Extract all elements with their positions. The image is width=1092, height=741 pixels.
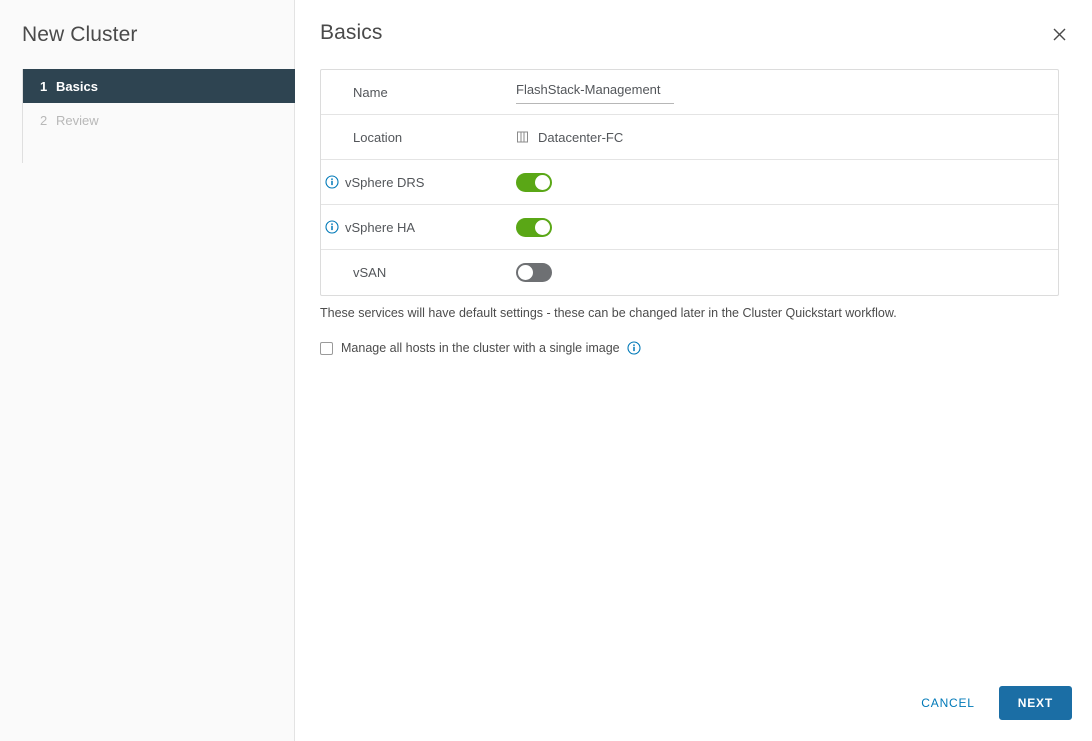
wizard-steps: 1 Basics 2 Review [0, 69, 295, 163]
wizard-footer: CANCEL NEXT [907, 686, 1072, 720]
sidebar-item-basics[interactable]: 1 Basics [22, 69, 295, 103]
content-header: Basics [295, 0, 1092, 47]
basics-form: Name Location [295, 69, 1092, 355]
info-icon[interactable] [325, 175, 339, 189]
settings-table: Name Location [320, 69, 1059, 296]
location-label: Location [353, 129, 403, 145]
table-row-vsphere-ha: vSphere HA [321, 205, 1058, 250]
toggle-knob [535, 174, 550, 190]
steps-rail [22, 69, 23, 163]
wizard-title: New Cluster [22, 23, 138, 46]
name-label: Name [353, 84, 388, 100]
row-label: Location [321, 130, 516, 145]
cancel-button[interactable]: CANCEL [907, 688, 988, 718]
step-label: Basics [56, 78, 98, 94]
table-row-vsan: vSAN [321, 250, 1058, 295]
row-label: vSphere HA [321, 220, 516, 235]
info-icon[interactable] [325, 220, 339, 234]
table-row-location: Location Datacenter-FC [321, 115, 1058, 160]
row-value [516, 80, 1058, 104]
close-icon [1052, 27, 1067, 42]
helper-text: These services will have default setting… [320, 306, 897, 320]
row-value: Datacenter-FC [516, 130, 1058, 145]
vsphere-ha-toggle[interactable] [516, 217, 552, 237]
table-row-name: Name [321, 70, 1058, 115]
vsan-label: vSAN [353, 265, 387, 280]
vsan-toggle[interactable] [516, 263, 552, 282]
table-row-vsphere-drs: vSphere DRS [321, 160, 1058, 205]
step-number: 1 [40, 78, 48, 94]
row-label: Name [321, 85, 516, 100]
toggle-knob [518, 265, 533, 280]
cluster-name-input[interactable] [516, 80, 674, 104]
wizard-nav-panel: New Cluster 1 Basics 2 Review [0, 0, 295, 741]
new-cluster-wizard: New Cluster 1 Basics 2 Review Basics Nam… [0, 0, 1092, 741]
wizard-content-panel: Basics Name FlashStack-Management Locati… [295, 0, 1092, 741]
toggle-knob [535, 219, 550, 235]
close-button[interactable] [1046, 21, 1072, 47]
step-number: 2 [40, 112, 48, 128]
single-image-checkbox-row: Manage all hosts in the cluster with a s… [320, 341, 1059, 355]
vsphere-drs-label: vSphere DRS [345, 174, 425, 190]
vsphere-drs-toggle[interactable] [516, 172, 552, 192]
row-value [516, 263, 1058, 282]
row-label: vSphere DRS [321, 175, 516, 190]
vsphere-ha-label: vSphere HA [345, 219, 416, 235]
row-value [516, 172, 1058, 192]
location-value: Datacenter-FC [538, 129, 624, 145]
row-label: vSAN [321, 265, 516, 280]
row-value [516, 217, 1058, 237]
next-button[interactable]: NEXT [998, 686, 1072, 720]
sidebar-item-review[interactable]: 2 Review [22, 103, 295, 137]
single-image-checkbox[interactable] [320, 341, 333, 355]
step-label: Review [56, 112, 99, 128]
datacenter-icon [516, 130, 530, 144]
page-title: Basics [320, 21, 383, 44]
single-image-checkbox-label: Manage all hosts in the cluster with a s… [341, 341, 620, 355]
info-icon[interactable] [627, 341, 641, 355]
